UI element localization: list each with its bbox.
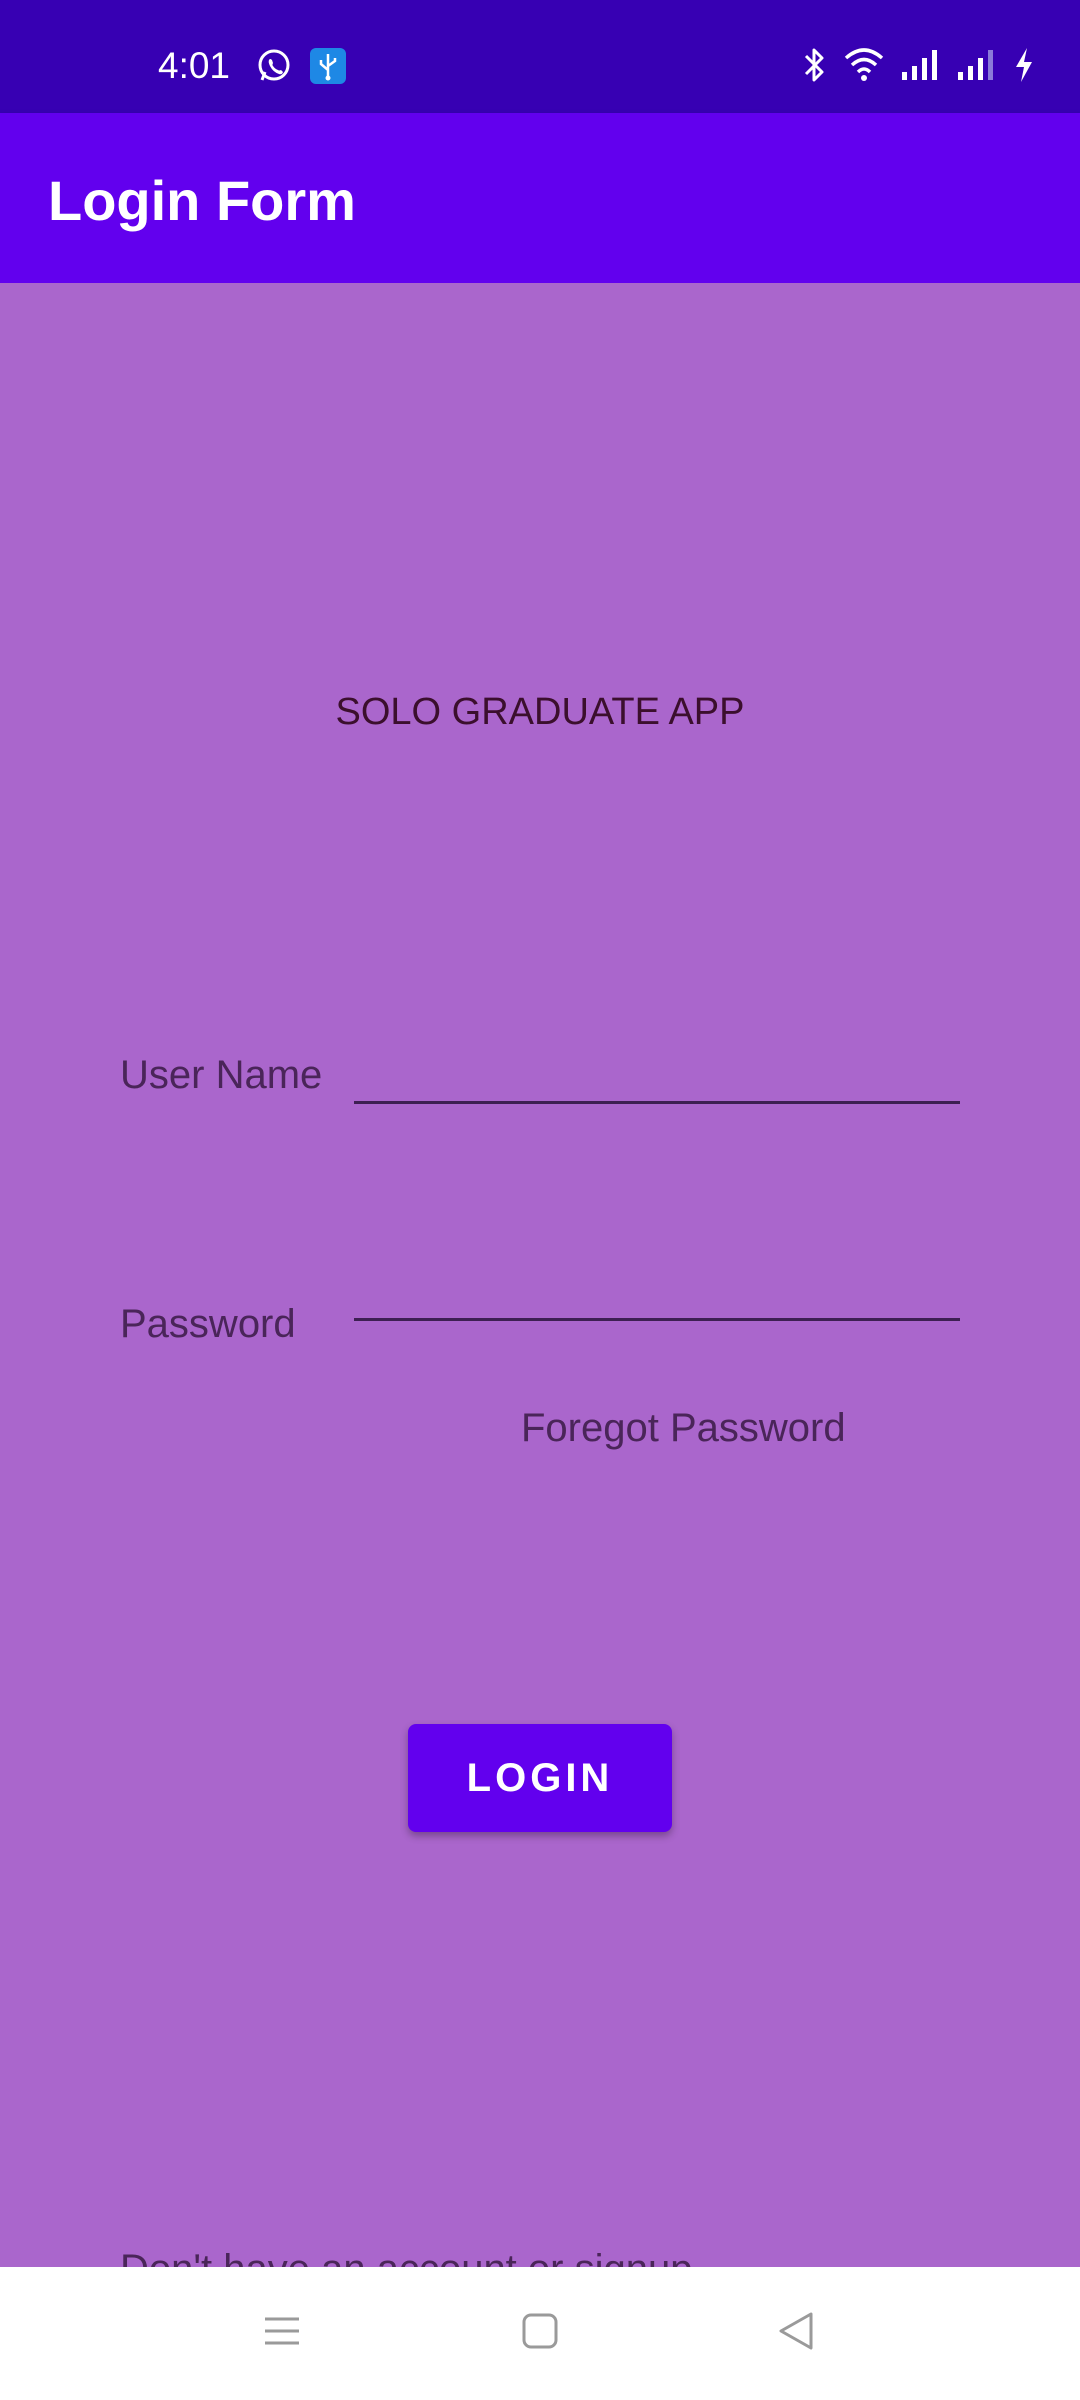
app-bar: Login Form [0,113,1080,283]
username-input[interactable] [354,1041,960,1104]
wifi-icon [844,48,884,82]
password-input[interactable] [354,1258,960,1321]
bluetooth-icon [802,46,828,84]
app-name-heading: SOLO GRADUATE APP [335,691,745,733]
whatsapp-icon [256,48,292,84]
back-icon [776,2310,816,2357]
forgot-password-link[interactable]: Foregot Password [521,1403,846,1453]
back-button[interactable] [736,2267,856,2400]
username-label: User Name [120,1053,323,1097]
status-bar: 4:01 [0,0,1080,113]
menu-icon [262,2313,302,2354]
login-form: SOLO GRADUATE APP User Name Password For… [0,283,1080,2291]
status-time: 4:01 [158,45,231,86]
page-title: Login Form [48,169,356,232]
usb-icon [310,48,346,84]
menu-button[interactable] [222,2267,342,2400]
navigation-bar [0,2267,1080,2400]
password-label: Password [120,1302,296,1346]
home-button[interactable] [480,2267,600,2400]
charging-icon [1012,46,1036,84]
login-button[interactable]: LOGIN [408,1724,672,1832]
signal-icon [900,48,940,82]
signal-icon [956,48,996,82]
status-left-icons [256,48,346,84]
home-icon [521,2312,559,2355]
status-right-icons [802,46,1036,84]
